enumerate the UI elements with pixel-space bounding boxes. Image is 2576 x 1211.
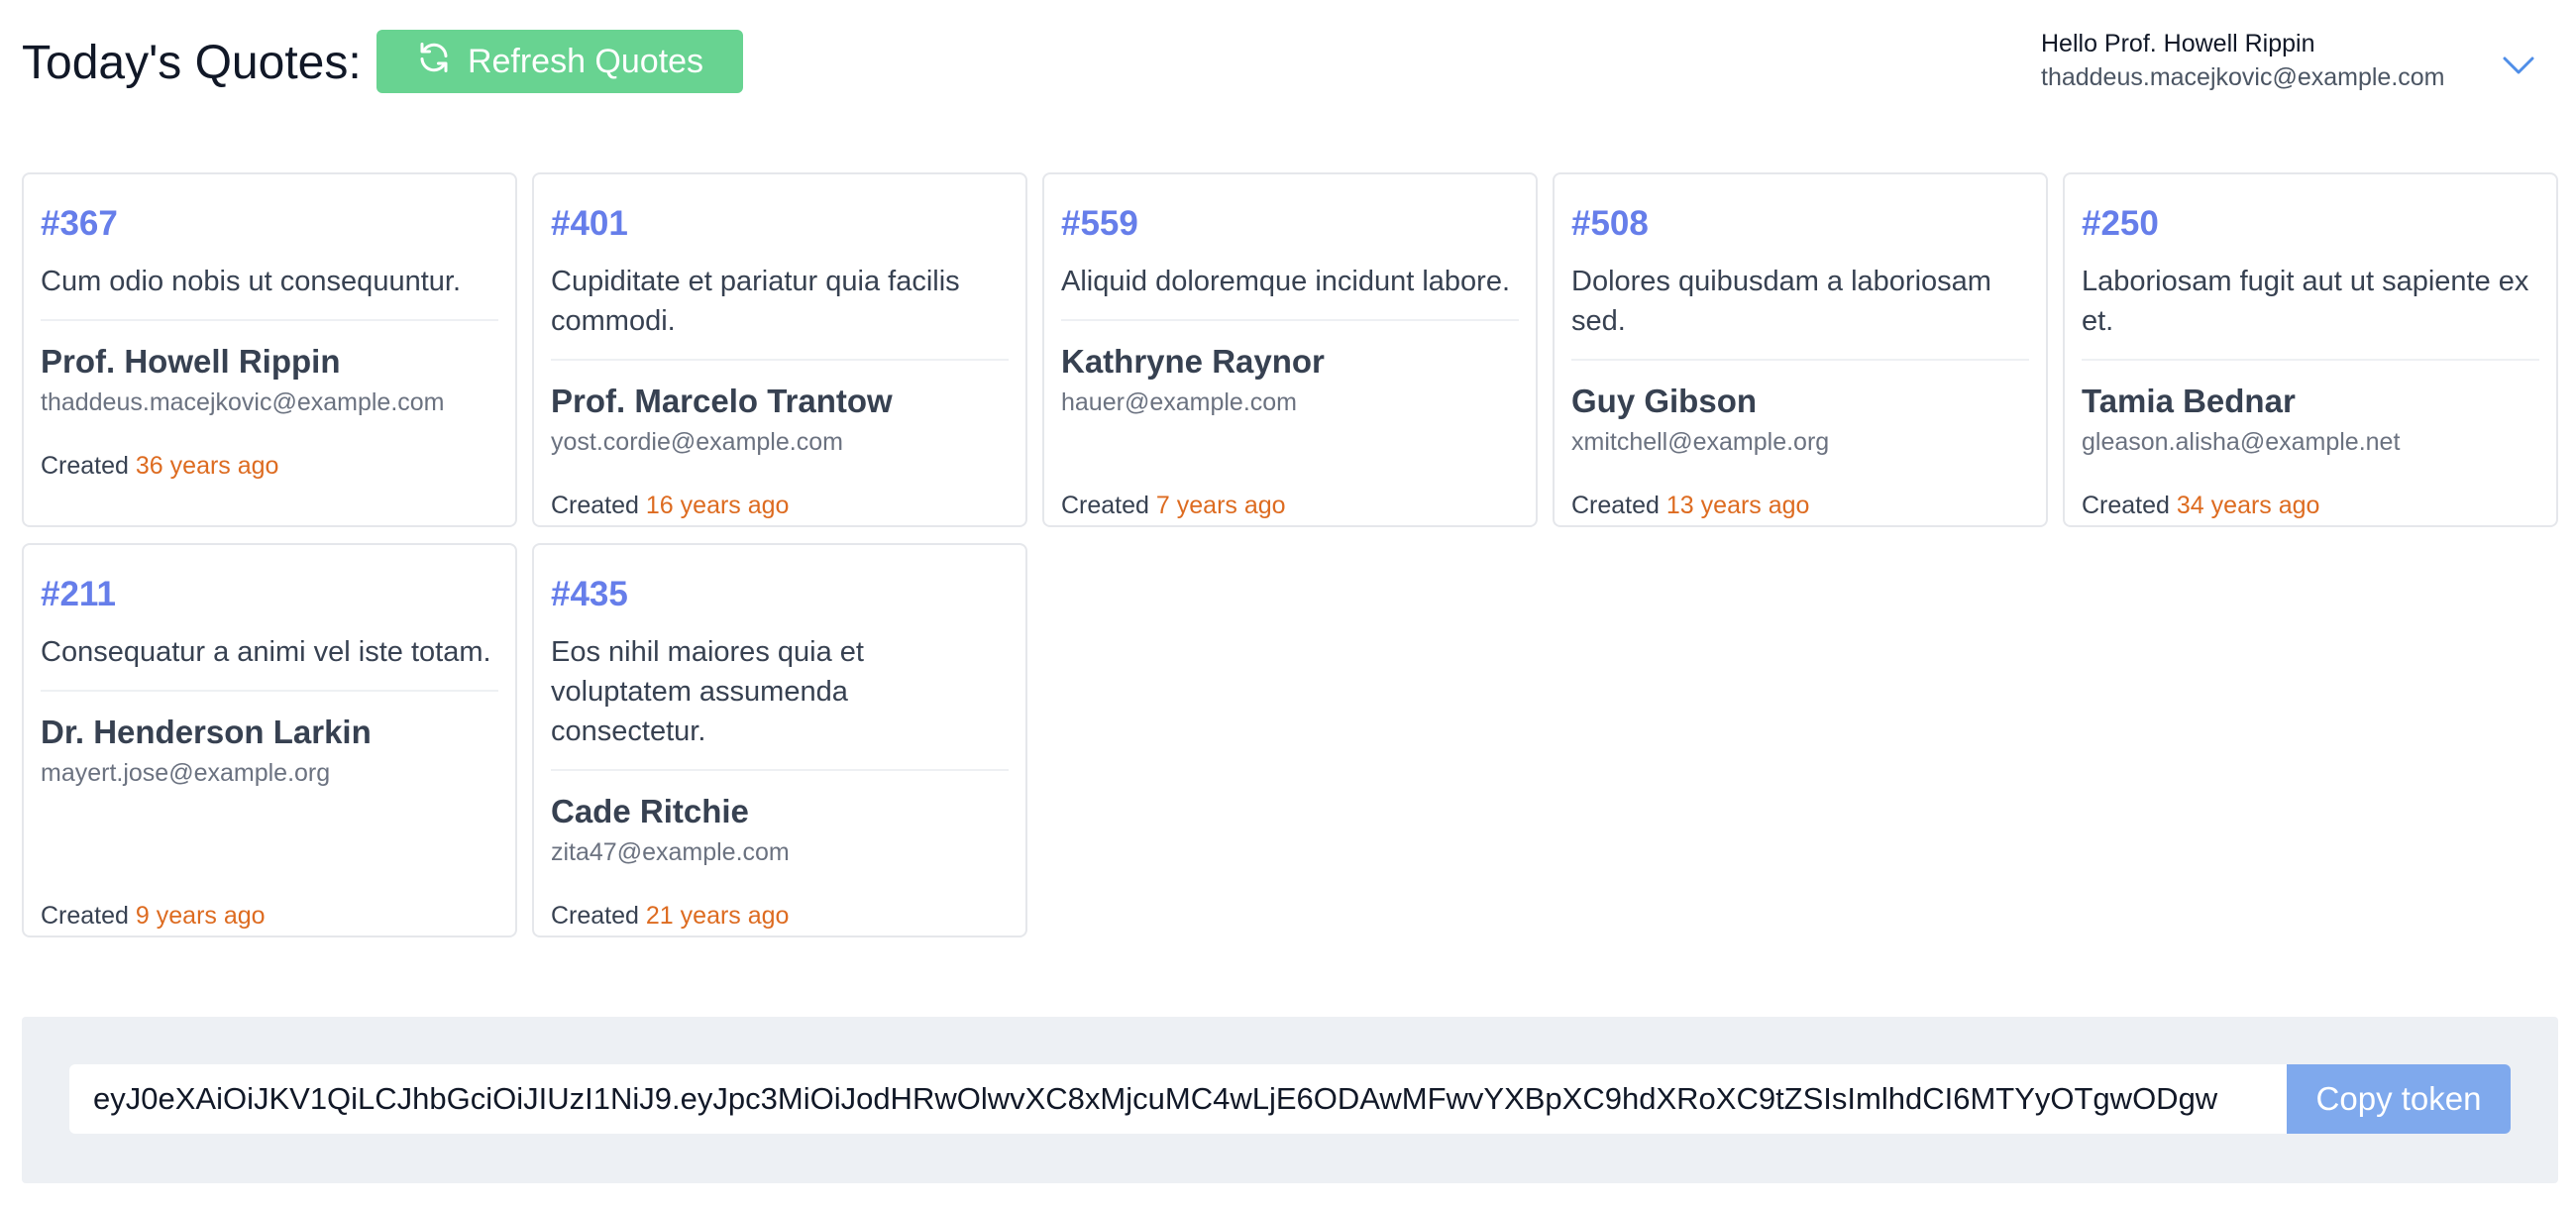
- quote-author: Cade Ritchie: [551, 793, 749, 829]
- quote-id: #401: [551, 204, 628, 243]
- quote-id: #367: [41, 204, 118, 243]
- divider: [551, 359, 1009, 361]
- author-email: yost.cordie@example.com: [551, 428, 843, 456]
- quote-card: #250 Laboriosam fugit aut ut sapiente ex…: [2063, 172, 2558, 527]
- author-email: thaddeus.macejkovic@example.com: [41, 388, 445, 416]
- author-email: hauer@example.com: [1061, 388, 1297, 416]
- quote-card: #559 Aliquid doloremque incidunt labore.…: [1042, 172, 1538, 527]
- divider: [551, 769, 1009, 771]
- quote-author: Prof. Marcelo Trantow: [551, 383, 893, 419]
- quote-card: #508 Dolores quibusdam a laboriosam sed.…: [1553, 172, 2048, 527]
- divider: [1061, 319, 1519, 321]
- created-label: Created: [2082, 492, 2170, 519]
- chevron-down-icon[interactable]: [2499, 46, 2538, 85]
- created-label: Created: [41, 902, 129, 930]
- quote-author: Prof. Howell Rippin: [41, 343, 341, 380]
- refresh-icon: [416, 40, 452, 84]
- quote-card: #211 Consequatur a animi vel iste totam.…: [22, 543, 517, 937]
- created-ago: 13 years ago: [1665, 492, 1810, 519]
- quote-id: #250: [2082, 204, 2159, 243]
- created-label: Created: [41, 452, 129, 480]
- author-email: zita47@example.com: [551, 838, 790, 866]
- created-info: Created 34 years ago: [2082, 492, 2319, 520]
- created-ago: 16 years ago: [645, 492, 790, 519]
- quote-id: #211: [41, 575, 116, 613]
- quote-text: Eos nihil maiores quia et voluptatem ass…: [551, 636, 864, 747]
- quote-text: Aliquid doloremque incidunt labore.: [1061, 266, 1511, 297]
- divider: [1571, 359, 2029, 361]
- copy-token-button[interactable]: Copy token: [2287, 1064, 2511, 1134]
- created-ago: 9 years ago: [135, 902, 266, 930]
- created-info: Created 21 years ago: [551, 902, 789, 931]
- created-label: Created: [551, 492, 639, 519]
- quote-text: Dolores quibusdam a laboriosam sed.: [1571, 266, 1991, 337]
- author-email: gleason.alisha@example.net: [2082, 428, 2401, 456]
- quote-text: Cupiditate et pariatur quia facilis comm…: [551, 266, 960, 337]
- divider: [41, 319, 498, 321]
- created-ago: 7 years ago: [1155, 492, 1286, 519]
- refresh-quotes-label: Refresh Quotes: [467, 42, 704, 80]
- user-greeting: Hello Prof. Howell Rippin: [2041, 30, 2315, 57]
- quote-card: #367 Cum odio nobis ut consequuntur. Pro…: [22, 172, 517, 527]
- page-title: Today's Quotes:: [22, 37, 362, 89]
- refresh-quotes-button[interactable]: Refresh Quotes: [376, 30, 743, 93]
- quote-id: #508: [1571, 204, 1649, 243]
- created-label: Created: [1061, 492, 1149, 519]
- token-panel: Copy token: [22, 1017, 2558, 1183]
- created-ago: 21 years ago: [645, 902, 790, 930]
- created-info: Created 36 years ago: [41, 452, 278, 481]
- author-email: mayert.jose@example.org: [41, 759, 331, 787]
- created-label: Created: [551, 902, 639, 930]
- quote-author: Dr. Henderson Larkin: [41, 714, 372, 750]
- user-menu[interactable]: Hello Prof. Howell Rippin thaddeus.macej…: [2041, 30, 2556, 99]
- created-ago: 34 years ago: [2176, 492, 2320, 519]
- created-info: Created 16 years ago: [551, 492, 789, 520]
- user-email: thaddeus.macejkovic@example.com: [2041, 63, 2445, 91]
- quote-id: #435: [551, 575, 628, 613]
- created-label: Created: [1571, 492, 1660, 519]
- quote-card: #435 Eos nihil maiores quia et voluptate…: [532, 543, 1027, 937]
- quote-text: Consequatur a animi vel iste totam.: [41, 636, 491, 668]
- quote-text: Cum odio nobis ut consequuntur.: [41, 266, 461, 297]
- quote-id: #559: [1061, 204, 1138, 243]
- author-email: xmitchell@example.org: [1571, 428, 1830, 456]
- quote-author: Tamia Bednar: [2082, 383, 2296, 419]
- quote-author: Guy Gibson: [1571, 383, 1758, 419]
- quote-text: Laboriosam fugit aut ut sapiente ex et.: [2082, 266, 2529, 337]
- created-info: Created 9 years ago: [41, 902, 266, 931]
- created-info: Created 13 years ago: [1571, 492, 1809, 520]
- divider: [41, 690, 498, 692]
- quote-author: Kathryne Raynor: [1061, 343, 1325, 380]
- created-info: Created 7 years ago: [1061, 492, 1286, 520]
- header: Today's Quotes: Refresh Quotes Hello Pro…: [0, 0, 2576, 129]
- divider: [2082, 359, 2539, 361]
- quote-card: #401 Cupiditate et pariatur quia facilis…: [532, 172, 1027, 527]
- token-input[interactable]: [69, 1064, 2287, 1134]
- created-ago: 36 years ago: [135, 452, 279, 480]
